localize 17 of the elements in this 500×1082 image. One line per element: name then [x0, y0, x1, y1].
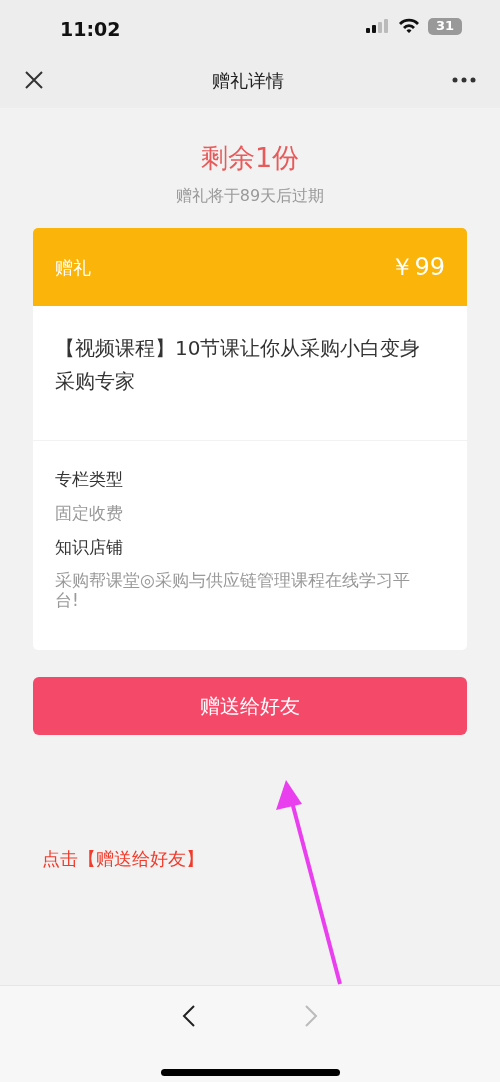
course-title: 【视频课程】10节课让你从采购小白变身采购专家: [33, 306, 467, 442]
battery-indicator: 31: [428, 17, 462, 35]
detail-value: 固定收费: [55, 502, 124, 523]
remaining-count: 剩余1份: [200, 142, 300, 175]
signal-icon: [366, 18, 390, 34]
more-icon[interactable]: [452, 77, 476, 83]
wifi-icon: [398, 18, 420, 34]
gift-label: 赠礼: [55, 255, 91, 280]
send-to-friend-button[interactable]: 赠送给好友: [33, 677, 467, 736]
page-title: 赠礼详情: [212, 68, 284, 93]
status-time: 11:02: [60, 16, 121, 42]
annotation-text: 点击【赠送给好友】: [42, 847, 204, 872]
detail-label: 知识店铺: [55, 535, 124, 559]
detail-label: 专栏类型: [55, 468, 124, 492]
detail-value: 采购帮课堂◎采购与供应链管理课程在线学习平台!: [55, 570, 411, 611]
gift-price: ￥99: [390, 252, 445, 284]
expiry-text: 赠礼将于89天后过期: [175, 185, 325, 208]
